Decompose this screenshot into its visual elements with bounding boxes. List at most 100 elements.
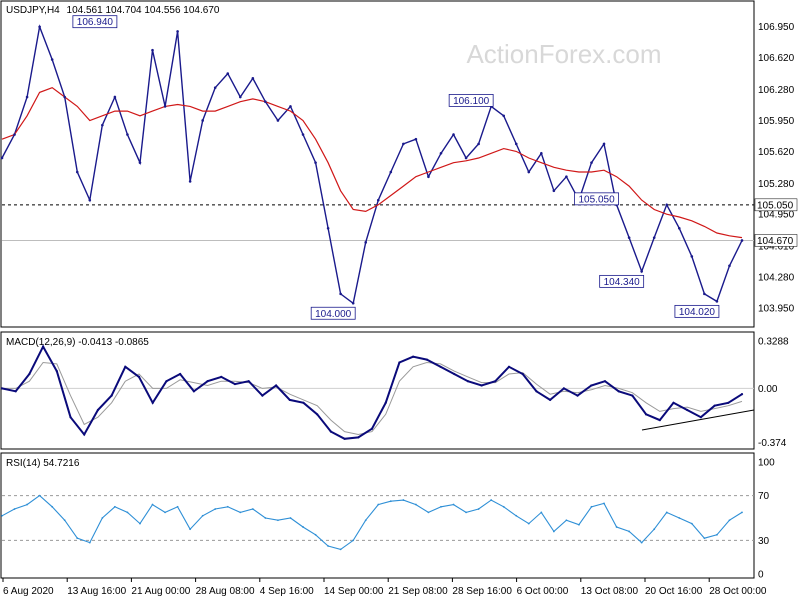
rsi-point xyxy=(465,511,467,514)
macd-point xyxy=(370,427,374,430)
annotation-label: 106.100 xyxy=(453,96,490,107)
macd-point xyxy=(206,380,209,383)
macd-point xyxy=(288,398,291,402)
rsi-point xyxy=(239,511,242,514)
rsi-point xyxy=(63,519,66,522)
price-point xyxy=(677,226,681,230)
rsi-point xyxy=(402,499,405,501)
rsi-point xyxy=(527,522,530,525)
x-tick-label: 21 Aug 00:00 xyxy=(131,586,190,597)
rsi-point xyxy=(552,530,555,533)
macd-point xyxy=(179,372,182,376)
rsi-point xyxy=(38,494,41,497)
price-point xyxy=(514,142,518,146)
price-point xyxy=(13,133,16,136)
rsi-point xyxy=(113,505,116,508)
price-point xyxy=(126,133,129,136)
chart-header: USDJPY,H4 104.561 104.704 104.556 104.67… xyxy=(6,5,220,16)
macd-point xyxy=(521,372,524,376)
price-point xyxy=(88,198,92,202)
macd-point xyxy=(28,372,31,376)
macd-point xyxy=(494,380,497,383)
price-point xyxy=(163,105,167,108)
macd-point xyxy=(0,387,4,390)
price-point xyxy=(364,241,368,244)
price-point xyxy=(63,95,67,99)
rsi-point xyxy=(628,530,631,533)
macd-point xyxy=(42,345,45,348)
macd-point xyxy=(14,390,17,393)
price-y-tick: 105.280 xyxy=(758,179,795,190)
macd-point xyxy=(603,380,607,383)
macd-point xyxy=(247,380,250,383)
rsi-point xyxy=(101,517,104,519)
price-point xyxy=(239,95,242,99)
x-tick-label: 20 Oct 16:00 xyxy=(645,586,703,597)
level-axis-label-text: 105.050 xyxy=(757,200,794,211)
price-point xyxy=(452,133,455,136)
price-point xyxy=(602,142,606,146)
macd-point xyxy=(316,413,319,416)
rsi-point xyxy=(226,505,229,508)
macd-point xyxy=(137,375,141,378)
rsi-point xyxy=(490,499,493,501)
price-point xyxy=(289,105,292,108)
rsi-point xyxy=(377,503,380,506)
rsi-point xyxy=(452,503,455,506)
price-point xyxy=(690,255,694,258)
macd-point xyxy=(357,436,360,439)
macd-point xyxy=(466,380,470,383)
macd-point xyxy=(274,384,278,387)
macd-point xyxy=(69,416,72,419)
rsi-label: RSI(14) 54.7216 xyxy=(6,458,80,469)
macd-point xyxy=(343,437,346,440)
header-ohlc: 104.561 104.704 104.556 104.670 xyxy=(67,5,220,16)
macd-point xyxy=(192,390,195,393)
price-point xyxy=(402,142,405,146)
macd-point xyxy=(55,370,58,373)
macd-point xyxy=(453,372,456,376)
rsi-point xyxy=(264,517,267,519)
rsi-point xyxy=(251,508,254,510)
price-point xyxy=(213,86,217,89)
macd-point xyxy=(727,401,730,404)
price-point xyxy=(113,95,117,99)
rsi-point xyxy=(427,511,430,514)
rsi-point xyxy=(26,503,28,506)
macd-point xyxy=(439,365,442,368)
macd-point xyxy=(549,398,552,402)
rsi-point xyxy=(352,539,355,542)
macd-point xyxy=(425,358,428,361)
macd-point xyxy=(686,408,689,412)
rsi-point xyxy=(13,508,16,510)
price-y-tick: 104.950 xyxy=(758,210,795,221)
rsi-y-tick: 0 xyxy=(758,570,764,581)
x-tick-label: 6 Aug 2020 xyxy=(3,586,54,597)
rsi-point xyxy=(88,541,91,544)
macd-point xyxy=(590,384,593,387)
price-point xyxy=(138,161,142,164)
rsi-point xyxy=(302,526,304,528)
rsi-point xyxy=(176,505,179,508)
macd-point xyxy=(412,355,415,358)
rsi-point xyxy=(139,522,141,525)
rsi-point xyxy=(515,514,518,517)
rsi-point xyxy=(665,511,668,514)
macd-point xyxy=(713,404,716,407)
price-point xyxy=(665,203,669,207)
macd-point xyxy=(507,365,511,368)
macd-point xyxy=(631,394,634,397)
x-tick-label: 28 Oct 00:00 xyxy=(709,586,767,597)
price-point xyxy=(351,301,355,305)
macd-point xyxy=(398,361,401,364)
price-point xyxy=(728,264,731,268)
price-point xyxy=(25,95,29,99)
price-point xyxy=(527,170,531,174)
price-point xyxy=(50,58,54,61)
macd-y-tick: 0.3288 xyxy=(758,337,789,348)
x-tick-label: 28 Sep 16:00 xyxy=(452,586,512,597)
rsi-point xyxy=(590,505,593,508)
price-point xyxy=(201,119,204,122)
chart-svg: ActionForex.com USDJPY,H4 104.561 104.70… xyxy=(0,0,800,600)
price-point xyxy=(703,292,706,296)
